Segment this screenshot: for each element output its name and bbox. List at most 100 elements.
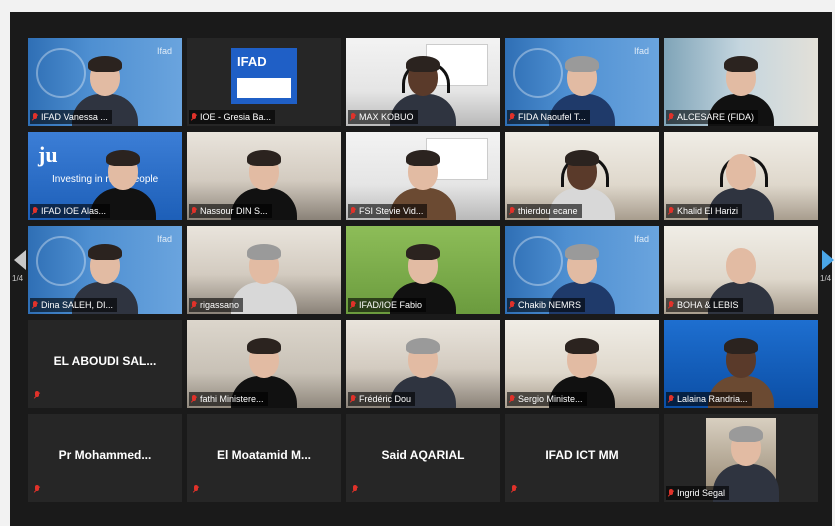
page-indicator-left: 1/4 [12,274,24,283]
participant-name: IFAD IOE Alas... [41,206,107,216]
name-label: ALCESARE (FIDA) [666,110,759,124]
participant-tile[interactable]: IFAD ICT MM [505,414,659,502]
name-label: Nassour DIN S... [189,204,272,218]
name-label: Chakib NEMRS [507,298,586,312]
participant-name: Khalid El Harizi [677,206,739,216]
participant-tile[interactable]: Lalaina Randria... [664,320,818,408]
participant-name: Dina SALEH, DI... [41,300,114,310]
participant-tile[interactable]: Ingrid Segal [664,414,818,502]
participant-name: IFAD Vanessa ... [41,112,108,122]
name-label: fathi Ministere... [189,392,268,406]
mic-muted-icon [668,112,674,122]
name-label: Frédéric Dou [348,392,416,406]
name-label: thierdou ecane [507,204,582,218]
participant-tile[interactable]: MAX KOBUO [346,38,500,126]
participant-tile[interactable]: ju Investing in rural people IFAD IOE Alas… [28,132,182,220]
mic-muted-icon [350,394,356,404]
name-label: IOE - Gresia Ba... [189,110,276,124]
participant-name: Said AQARIAL [381,448,465,462]
participant-photo [706,418,779,502]
name-label: IFAD IOE Alas... [30,204,111,218]
mic-muted-icon [34,391,40,400]
participant-name: IOE - Gresia Ba... [200,112,272,122]
participant-name: BOHA & LEBIS [677,300,739,310]
mic-muted-icon [350,206,356,216]
name-label: FIDA Naoufel T... [507,110,590,124]
participant-name: Chakib NEMRS [518,300,582,310]
mic-muted-icon [509,206,515,216]
name-label: FSI Stevie Vid... [348,204,428,218]
participant-name: fathi Ministere... [200,394,264,404]
name-label: IFAD/IOE Fabio [348,298,427,312]
name-label: Ingrid Segal [666,486,730,500]
participant-tile[interactable]: El Moatamid M... [187,414,341,502]
participant-name: El Moatamid M... [216,448,311,462]
participant-tile[interactable]: IFAD Vanessa ... [28,38,182,126]
mic-muted-icon [668,300,674,310]
participant-tile[interactable]: EL ABOUDI SAL... [28,320,182,408]
participant-name: FIDA Naoufel T... [518,112,586,122]
mic-muted-icon [350,300,356,310]
participant-name: ALCESARE (FIDA) [677,112,755,122]
mic-muted-icon [32,206,38,216]
mic-muted-icon [511,485,517,494]
participant-tile[interactable]: rigassano [187,226,341,314]
mic-muted-icon [32,112,38,122]
mic-muted-icon [191,394,197,404]
name-label: Dina SALEH, DI... [30,298,118,312]
participant-name: EL ABOUDI SAL... [53,354,157,368]
participant-name: Nassour DIN S... [200,206,268,216]
participant-tile[interactable]: IFAD/IOE Fabio [346,226,500,314]
participant-name: thierdou ecane [518,206,578,216]
mic-muted-icon [509,300,515,310]
participant-name: Ingrid Segal [677,488,726,498]
mic-muted-icon [191,206,197,216]
participant-name: Pr Mohammed... [58,448,152,462]
name-label: Sergio Ministe... [507,392,587,406]
mic-muted-icon [191,300,197,310]
name-label: BOHA & LEBIS [666,298,743,312]
participant-name: MAX KOBUO [359,112,414,122]
participant-tile[interactable]: BOHA & LEBIS [664,226,818,314]
participant-name: Sergio Ministe... [518,394,583,404]
mic-muted-icon [668,206,674,216]
participant-tile[interactable]: Pr Mohammed... [28,414,182,502]
participant-name: FSI Stevie Vid... [359,206,424,216]
next-page-button[interactable]: 1/4 [820,244,835,290]
participant-tile[interactable]: Chakib NEMRS [505,226,659,314]
participant-name: IFAD/IOE Fabio [359,300,423,310]
mic-muted-icon [32,300,38,310]
participant-tile[interactable]: fathi Ministere... [187,320,341,408]
mic-muted-icon [34,485,40,494]
chevron-right-icon [822,250,834,270]
chevron-left-icon [14,250,26,270]
mic-muted-icon [191,112,197,122]
participant-name: Lalaina Randria... [677,394,748,404]
participant-tile[interactable]: thierdou ecane [505,132,659,220]
participant-tile[interactable]: FSI Stevie Vid... [346,132,500,220]
ifad-logo: IFAD [231,48,297,104]
participant-tile[interactable]: ALCESARE (FIDA) [664,38,818,126]
participant-tile[interactable]: Khalid El Harizi [664,132,818,220]
name-label: Khalid El Harizi [666,204,743,218]
gallery-grid: IFAD Vanessa ... IFAD IOE - Gresia Ba... MA… [28,38,820,512]
participant-tile[interactable]: IFAD IOE - Gresia Ba... [187,38,341,126]
name-label: IFAD Vanessa ... [30,110,112,124]
participant-tile[interactable]: Sergio Ministe... [505,320,659,408]
participant-tile[interactable]: Frédéric Dou [346,320,500,408]
participant-tile[interactable]: Dina SALEH, DI... [28,226,182,314]
participant-tile[interactable]: Said AQARIAL [346,414,500,502]
page-indicator-right: 1/4 [820,274,832,283]
mic-muted-icon [509,394,515,404]
name-label: Lalaina Randria... [666,392,752,406]
mic-muted-icon [668,488,674,498]
mic-muted-icon [350,112,356,122]
mic-muted-icon [668,394,674,404]
mic-muted-icon [352,485,358,494]
mic-muted-icon [509,112,515,122]
participant-name: rigassano [200,300,240,310]
participant-tile[interactable]: Nassour DIN S... [187,132,341,220]
mic-muted-icon [193,485,199,494]
participant-name: Frédéric Dou [359,394,412,404]
participant-tile[interactable]: FIDA Naoufel T... [505,38,659,126]
